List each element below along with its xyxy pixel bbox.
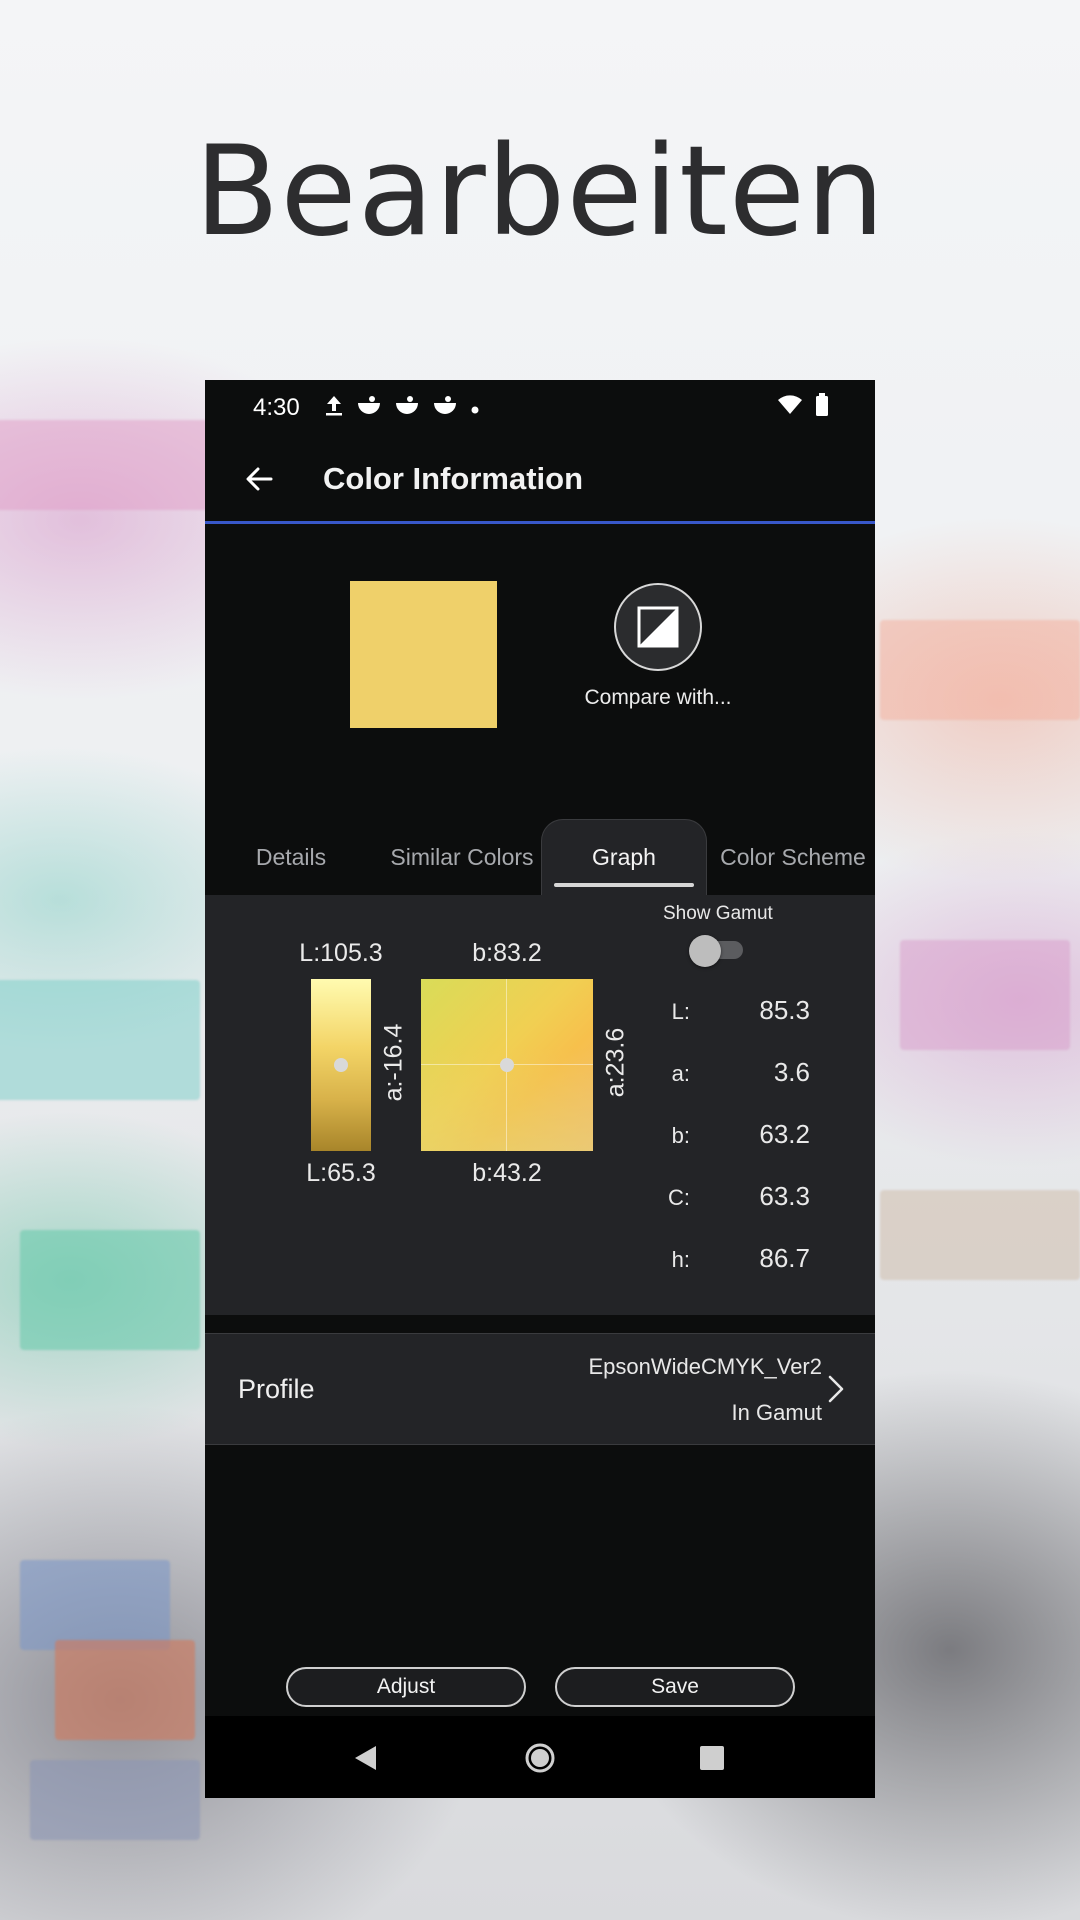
page-headline: Bearbeiten	[194, 120, 886, 264]
l-max-label: L:105.3	[299, 939, 383, 967]
compare-icon	[637, 606, 679, 648]
b-min-label: b:43.2	[472, 1159, 542, 1187]
graph-panel: L:105.3 b:83.2 a:-16.4 a:23.6 L:65.3 b:4…	[205, 895, 875, 1315]
tab-graph[interactable]: Graph	[541, 819, 707, 895]
a-max-label: a:23.6	[601, 1027, 630, 1098]
lab-value: 85.3	[759, 995, 810, 1025]
arrow-back-icon	[246, 467, 273, 490]
dot-icon	[470, 395, 480, 421]
profile-name: EpsonWideCMYK_Ver2	[588, 1354, 822, 1379]
lab-row-b: b: 63.2	[650, 1119, 810, 1159]
lab-key: L:	[671, 999, 690, 1024]
tab-label: Graph	[592, 844, 656, 870]
lab-value: 86.7	[759, 1243, 810, 1273]
notification-icon	[356, 394, 382, 422]
tab-bar: Details Similar Colors Graph Color Schem…	[205, 819, 875, 895]
notification-icon	[394, 394, 420, 422]
chevron-right-icon	[828, 1375, 844, 1403]
compare-label: Compare with...	[584, 686, 732, 709]
show-gamut-label: Show Gamut	[663, 903, 773, 924]
nav-back-button[interactable]	[348, 1741, 382, 1775]
nav-home-button[interactable]	[523, 1741, 557, 1775]
nav-recents-button[interactable]	[695, 1741, 729, 1775]
lab-key: b:	[671, 1123, 690, 1148]
l-min-label: L:65.3	[306, 1159, 376, 1187]
status-bar: 4:30	[205, 380, 875, 436]
profile-label: Profile	[238, 1374, 315, 1404]
color-swatch	[350, 581, 497, 728]
back-triangle-icon	[355, 1746, 376, 1770]
navigation-bar	[205, 1716, 875, 1798]
app-bar: Color Information	[205, 436, 875, 524]
color-preview-area: Compare with...	[205, 524, 875, 819]
compare-button[interactable]	[614, 583, 702, 671]
section-divider	[205, 1315, 875, 1333]
tab-details[interactable]: Details	[221, 819, 361, 895]
lab-key: C:	[668, 1185, 690, 1210]
lab-row-h: h: 86.7	[650, 1243, 810, 1283]
lab-row-l: L: 85.3	[650, 995, 810, 1035]
active-tab-indicator	[554, 883, 694, 887]
upload-icon	[324, 393, 344, 423]
recents-square-icon	[700, 1746, 724, 1770]
lab-row-c: C: 63.3	[650, 1181, 810, 1221]
lab-row-a: a: 3.6	[650, 1057, 810, 1097]
tab-similar-colors[interactable]: Similar Colors	[368, 819, 556, 895]
page-title: Color Information	[323, 460, 584, 496]
a-min-label: a:-16.4	[379, 1023, 408, 1102]
back-button[interactable]	[235, 455, 283, 503]
tab-label: Color Scheme	[720, 843, 866, 870]
phone-screen: 4:30 Color Information Compare with... D…	[205, 380, 875, 1798]
ab-plane	[421, 979, 593, 1151]
adjust-button[interactable]: Adjust	[286, 1667, 526, 1707]
tab-label: Details	[255, 843, 327, 870]
tab-color-scheme[interactable]: Color Scheme	[711, 819, 875, 895]
lab-key: a:	[671, 1061, 690, 1086]
wifi-icon	[777, 394, 803, 422]
lightness-bar	[311, 979, 371, 1151]
b-max-label: b:83.2	[472, 939, 542, 967]
home-circle-icon	[525, 1743, 555, 1773]
toggle-thumb	[689, 935, 721, 967]
save-button[interactable]: Save	[555, 1667, 795, 1707]
show-gamut-toggle[interactable]	[689, 935, 745, 967]
notification-icon	[432, 394, 458, 422]
battery-icon	[815, 393, 829, 423]
gamut-status: In Gamut	[731, 1400, 822, 1425]
lab-value: 3.6	[773, 1057, 810, 1087]
ab-marker	[500, 1058, 514, 1072]
lab-key: h:	[671, 1247, 690, 1272]
profile-row[interactable]: Profile EpsonWideCMYK_Ver2 In Gamut	[205, 1333, 875, 1445]
status-time: 4:30	[253, 394, 300, 421]
lightness-marker	[334, 1058, 348, 1072]
lab-value: 63.2	[759, 1119, 810, 1149]
tab-label: Similar Colors	[390, 843, 534, 870]
lab-value: 63.3	[759, 1181, 810, 1211]
